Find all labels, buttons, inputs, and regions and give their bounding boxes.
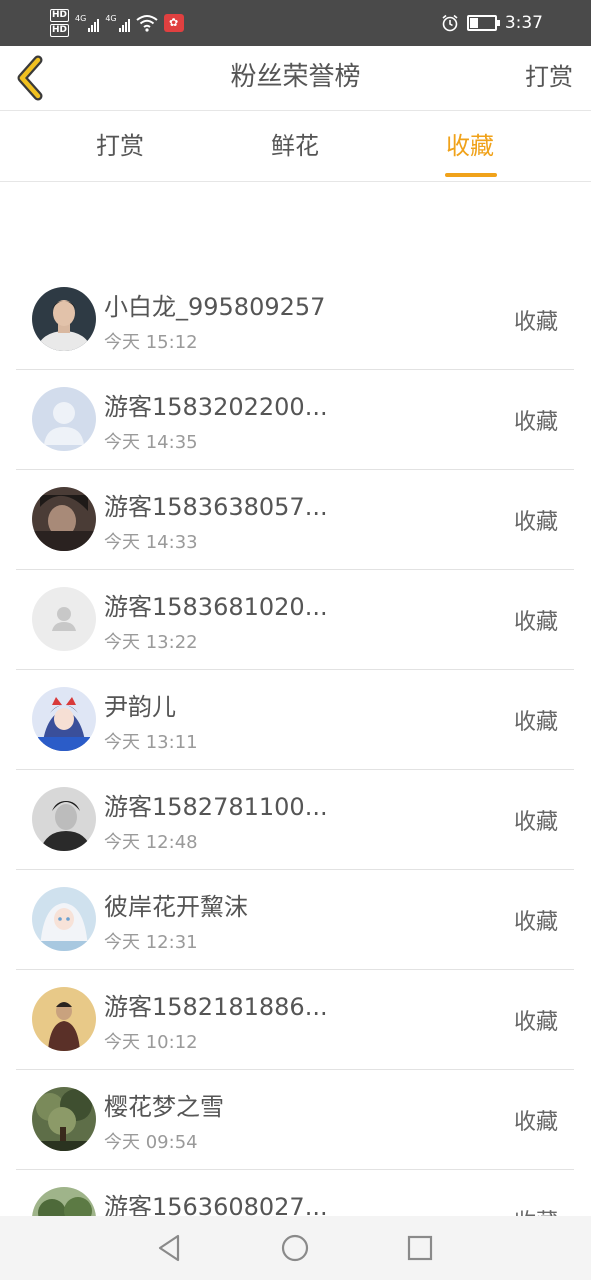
timestamp: 今天 13:22	[104, 632, 198, 653]
avatar[interactable]	[32, 787, 96, 851]
user-name: 游客1583202200...	[104, 393, 328, 421]
battery-icon	[466, 15, 500, 31]
tab-flowers-label: 鲜花	[271, 132, 319, 160]
tab-reward-label: 打赏	[96, 132, 144, 160]
wifi-icon	[135, 15, 158, 32]
list-item[interactable]: 尹韵儿 今天 13:11 收藏	[16, 670, 574, 770]
action-label: 收藏	[513, 710, 558, 735]
avatar[interactable]	[32, 887, 96, 951]
signal-1-icon: 4G	[75, 14, 100, 32]
action-label: 收藏	[513, 810, 558, 835]
action-label: 收藏	[513, 910, 558, 935]
action-label: 收藏	[513, 510, 558, 535]
timestamp: 今天 10:12	[104, 1032, 198, 1053]
avatar[interactable]	[32, 687, 96, 751]
photo-bw-portrait-icon	[32, 787, 96, 851]
status-left: HD HD 4G 4G ✿	[50, 8, 184, 38]
list-item[interactable]: 游客1582181886... 今天 10:12 收藏	[16, 970, 574, 1070]
clock: 3:37	[504, 13, 543, 33]
nav-back-icon[interactable]	[152, 1230, 188, 1266]
status-right: 3:37	[441, 10, 543, 36]
timestamp: 今天 12:48	[104, 832, 198, 853]
nav-home-icon[interactable]	[277, 1230, 313, 1266]
photo-tree-icon	[32, 1087, 96, 1151]
tab-favorites[interactable]: 收藏	[410, 111, 530, 181]
hd-badge-2: HD	[50, 24, 70, 37]
list-item[interactable]: 游客1582781100... 今天 12:48 收藏	[16, 770, 574, 870]
avatar[interactable]	[32, 487, 96, 551]
hd-indicator: HD HD	[50, 9, 70, 37]
action-label: 收藏	[513, 1110, 558, 1135]
user-name: 小白龙_995809257	[104, 293, 326, 321]
tab-bar: 打赏 鲜花 收藏	[0, 111, 591, 182]
avatar[interactable]	[32, 1087, 96, 1151]
timestamp: 今天 13:11	[104, 732, 198, 753]
user-name: 游客1583638057...	[104, 493, 328, 521]
user-name: 尹韵儿	[104, 693, 176, 721]
timestamp: 今天 14:33	[104, 532, 198, 553]
timestamp: 今天 14:35	[104, 432, 198, 453]
user-name: 游客1582181886...	[104, 993, 328, 1021]
system-nav-bar	[0, 1216, 591, 1280]
reward-button[interactable]: 打赏	[525, 46, 573, 110]
user-name: 游客1582781100...	[104, 793, 328, 821]
default-user-gray-icon	[32, 587, 96, 651]
photo-yellow-portrait-icon	[32, 987, 96, 1051]
nav-recents-icon[interactable]	[402, 1230, 438, 1266]
tab-reward[interactable]: 打赏	[60, 111, 180, 181]
notification-app-icon: ✿	[163, 14, 184, 32]
avatar[interactable]	[32, 287, 96, 351]
user-name: 樱花梦之雪	[104, 1093, 224, 1121]
action-label: 收藏	[513, 1010, 558, 1035]
action-label: 收藏	[513, 410, 558, 435]
action-label: 收藏	[513, 610, 558, 635]
hd-badge-1: HD	[50, 9, 70, 22]
photo-dark-portrait-icon	[32, 487, 96, 551]
anime-girl-icon	[32, 687, 96, 751]
list-item[interactable]: 小白龙_995809257 今天 15:12 收藏	[16, 270, 574, 370]
anime-white-hair-icon	[32, 887, 96, 951]
avatar[interactable]	[32, 587, 96, 651]
user-name: 游客1583681020...	[104, 593, 328, 621]
fan-list: 小白龙_995809257 今天 15:12 收藏 游客1583202200..…	[16, 270, 574, 1270]
timestamp: 今天 09:54	[104, 1132, 198, 1153]
photo-person-icon	[32, 287, 96, 351]
avatar[interactable]	[32, 987, 96, 1051]
avatar[interactable]	[32, 387, 96, 451]
signal-2-icon: 4G	[105, 14, 130, 32]
alarm-icon	[442, 14, 458, 32]
tab-flowers[interactable]: 鲜花	[235, 111, 355, 181]
network-type-1: 4G	[75, 14, 87, 23]
list-item[interactable]: 樱花梦之雪 今天 09:54 收藏	[16, 1070, 574, 1170]
status-bar: HD HD 4G 4G ✿ 3:37	[0, 0, 591, 46]
page-title: 粉丝荣誉榜	[230, 62, 361, 92]
tab-favorites-label: 收藏	[446, 132, 494, 160]
list-item[interactable]: 彼岸花开黧沫 今天 12:31 收藏	[16, 870, 574, 970]
tab-active-indicator	[445, 173, 497, 177]
default-user-blue-icon	[32, 387, 96, 451]
user-name: 彼岸花开黧沫	[104, 893, 248, 921]
action-label: 收藏	[513, 310, 558, 335]
top-app-bar: 粉丝荣誉榜 打赏	[0, 46, 591, 111]
timestamp: 今天 12:31	[104, 932, 198, 953]
list-item[interactable]: 游客1583202200... 今天 14:35 收藏	[16, 370, 574, 470]
list-item[interactable]: 游客1583638057... 今天 14:33 收藏	[16, 470, 574, 570]
timestamp: 今天 15:12	[104, 332, 198, 353]
list-item[interactable]: 游客1583681020... 今天 13:22 收藏	[16, 570, 574, 670]
network-type-2: 4G	[105, 14, 117, 23]
